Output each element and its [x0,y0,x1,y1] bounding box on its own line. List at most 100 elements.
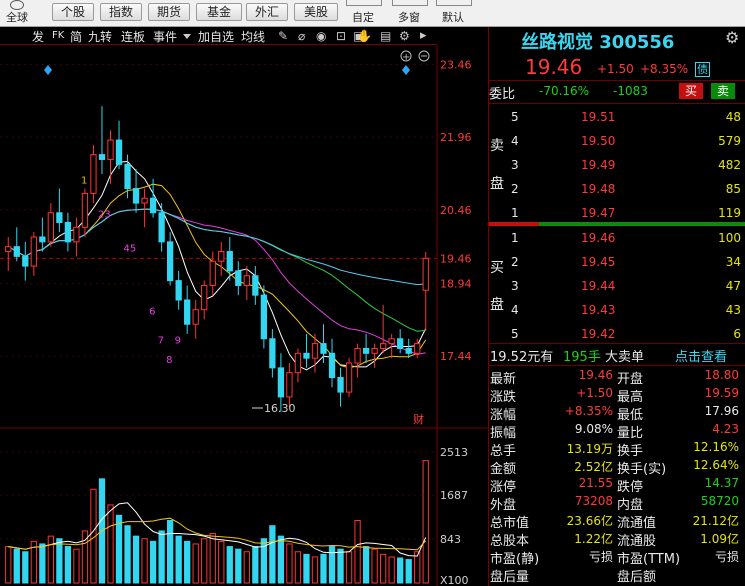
candle-body [422,257,429,291]
volume-bar [269,525,276,584]
ask-volume: 119 [718,206,741,220]
price-tick-label: 20.46 [440,204,472,217]
quote-value-right: 12.64% [693,458,739,472]
volume-bar [405,559,412,584]
volume-bar [379,553,387,584]
candle-body [47,212,55,243]
price-tick-label: 23.46 [440,58,472,71]
candle-body [39,236,46,243]
candle-body [73,226,80,243]
settings-gear-icon[interactable]: ⚙ [725,28,739,47]
candle-body [379,343,387,349]
ask-price[interactable]: 19.50 [581,134,615,148]
quote-key-left: 总市值 [490,516,530,531]
bid-price[interactable]: 19.44 [581,279,615,293]
candle-body [303,352,310,359]
volume-bar [13,548,20,584]
candle-body [397,338,404,349]
candle-body [98,154,106,160]
block-trade-link[interactable]: 点击查看 [675,346,727,365]
quote-key-right: 市盈(TTM) [617,552,681,567]
sell-button[interactable]: 卖 [711,83,735,99]
block-trade-label: 大卖单 [605,350,645,365]
bond-badge[interactable]: 债 [695,62,710,77]
quote-value-right: 17.96 [704,404,739,418]
ask-price[interactable]: 19.49 [581,158,615,172]
volume-bar [371,548,378,584]
volume-bar [209,533,216,584]
ask-level: 4 [511,134,519,148]
bid-side-label-bottom: 盘 [490,297,504,313]
quote-value-right: 14.37 [704,476,739,490]
bid-price[interactable]: 19.45 [581,255,615,269]
quote-key-left: 盘后量 [490,570,530,585]
volume-bar [320,553,327,584]
bid-price[interactable]: 19.43 [581,303,615,317]
volume-bar [286,543,293,584]
candle-body [56,212,63,223]
volume-bar [337,548,344,584]
wave-label: 9 [175,336,181,347]
candle-body [201,284,208,311]
volume-tick-label: 1687 [440,489,468,502]
ask-price[interactable]: 19.47 [581,206,615,220]
bid-price[interactable]: 19.42 [581,327,615,341]
candle-body [107,139,114,160]
quote-value-right: 12.16% [693,440,739,454]
candle-body [320,343,327,354]
quote-value-left: 21.55 [578,476,613,490]
volume-bar [328,546,336,584]
buy-button[interactable]: 买 [679,83,703,99]
quote-value-right: 1.09亿 [700,532,739,546]
quote-value-left: 13.19万 [566,442,613,456]
ask-price[interactable]: 19.48 [581,182,615,196]
ask-level: 1 [511,206,519,220]
bid-volume: 47 [725,279,741,293]
candle-body [337,377,344,393]
wave-label: 6 [149,307,155,318]
finance-badge[interactable]: 财 [413,412,424,426]
candle-body [311,343,319,359]
candle-body [218,251,225,262]
volume-bar [141,538,148,584]
quote-value-right: 18.80 [704,368,739,382]
quote-key-right: 换手(实) [617,462,667,477]
candle-body [124,163,131,190]
candle-body [252,275,259,296]
kline-chart-area[interactable]: 23.4621.9620.4619.4618.9417.44 1234567 98… [0,0,488,586]
quote-key-left: 振幅 [490,426,517,441]
ask-level: 5 [511,110,519,124]
bid-level: 4 [511,303,519,317]
last-price: 19.46 [525,55,583,79]
quote-key-left: 最新 [490,372,517,387]
ask-volume: 85 [725,182,741,196]
quote-value-right: 4.23 [712,422,739,436]
price-tick-label: 19.46 [440,252,472,265]
quote-key-left: 涨停 [490,480,517,495]
volume-bar [397,557,404,584]
candle-body [243,275,250,286]
volume-bar [277,535,285,584]
quote-value-left: 2.52亿 [574,460,613,474]
quote-value-left: 23.66亿 [566,514,613,528]
candle-body [294,352,302,374]
quote-value-left: 亏损 [588,550,613,564]
volume-bar [158,530,165,584]
ask-price[interactable]: 19.51 [581,110,615,124]
quote-value-right: 19.59 [704,386,739,400]
quote-value-left: 9.08% [574,422,613,436]
candle-body [328,352,336,379]
bid-volume: 6 [733,327,741,341]
quote-value-left: +1.50 [576,386,613,400]
volume-bar [166,520,174,584]
ask-volume: 482 [718,158,741,172]
volume-bar [175,535,182,584]
bid-price[interactable]: 19.46 [581,231,615,245]
volume-bar [56,538,63,584]
quote-key-right: 跌停 [617,480,644,495]
wave-label: 7 [158,336,164,347]
price-tick-label: 17.44 [440,350,472,363]
volume-bar [303,553,310,584]
price-tick-label: 21.96 [440,131,472,144]
stock-name-code: 丝路视觉 300556 [521,32,675,53]
